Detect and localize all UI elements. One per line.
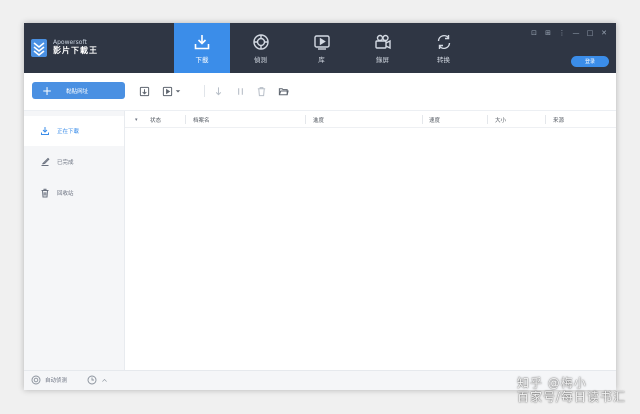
- sidebar-item-label: 已完成: [57, 160, 74, 166]
- paste-url-button[interactable]: + 黏贴网址: [32, 82, 125, 99]
- download-list: ▾ 状态 档案名 進度 速度 大小 来源: [125, 111, 616, 370]
- title-bar: Apowersoft 影片下載王 下載 偵測 库 錄屏 转换 ⊡ ⊞ ⋮ — □…: [24, 23, 616, 73]
- import-file-icon: [139, 86, 149, 96]
- tab-record[interactable]: 錄屏: [352, 23, 413, 73]
- camera-icon: [374, 34, 391, 49]
- library-icon: [313, 34, 330, 50]
- menu-icon[interactable]: ⋮: [558, 29, 566, 37]
- column-divider: [305, 115, 306, 124]
- folder-icon: [278, 87, 289, 95]
- auto-detect-label: 自动侦测: [45, 378, 68, 384]
- schedule-button[interactable]: [87, 375, 112, 385]
- sidebar: 正在下載 已完成 回收站: [24, 111, 125, 370]
- sidebar-item-downloading[interactable]: 正在下載: [24, 116, 124, 146]
- paste-url-label: 黏贴网址: [66, 88, 89, 95]
- brand-name-cn: 影片下載王: [53, 45, 98, 55]
- toolbar-divider: [204, 85, 205, 97]
- detect-icon: [252, 33, 269, 50]
- column-divider: [487, 115, 488, 124]
- column-divider: [422, 115, 423, 124]
- column-divider: [185, 115, 186, 124]
- video-file-icon: [162, 86, 172, 96]
- trash-icon: [257, 86, 265, 96]
- download-icon: [41, 127, 49, 135]
- start-download-button[interactable]: [212, 85, 224, 97]
- download-icon: [194, 34, 210, 49]
- close-icon[interactable]: ✕: [600, 29, 608, 37]
- auto-detect-toggle[interactable]: 自动侦测: [31, 375, 67, 385]
- tab-label: 錄屏: [376, 55, 389, 64]
- tab-detect[interactable]: 偵測: [230, 23, 291, 73]
- tab-label: 库: [318, 55, 325, 64]
- sidebar-item-label: 回收站: [57, 191, 74, 197]
- import-button[interactable]: [138, 85, 150, 97]
- toolbar: + 黏贴网址: [24, 73, 616, 111]
- plus-icon: +: [42, 83, 53, 98]
- login-button[interactable]: 登录: [571, 56, 609, 67]
- column-divider: [545, 115, 546, 124]
- detect-icon: [31, 375, 41, 385]
- tab-library[interactable]: 库: [291, 23, 352, 73]
- chevron-up-icon: [102, 378, 107, 382]
- tab-label: 偵測: [254, 55, 267, 64]
- column-status[interactable]: 状态: [150, 111, 161, 128]
- brand: Apowersoft 影片下載王: [31, 33, 98, 63]
- maximize-icon[interactable]: □: [586, 29, 594, 37]
- app-window: Apowersoft 影片下載王 下載 偵測 库 錄屏 转换 ⊡ ⊞ ⋮ — □…: [24, 23, 616, 390]
- column-size[interactable]: 大小: [495, 111, 506, 128]
- tab-label: 转换: [437, 55, 450, 64]
- pause-icon: [237, 87, 243, 95]
- window-controls: ⊡ ⊞ ⋮ — □ ✕: [530, 29, 608, 37]
- table-header: ▾ 状态 档案名 進度 速度 大小 来源: [125, 111, 616, 128]
- main-tabs: 下載 偵測 库 錄屏 转换: [174, 23, 474, 73]
- cart-icon[interactable]: ⊡: [530, 29, 538, 37]
- trash-icon: [41, 188, 49, 198]
- open-folder-button[interactable]: [277, 85, 289, 97]
- tab-label: 下載: [195, 55, 209, 64]
- app-logo-icon: [31, 39, 47, 57]
- delete-button[interactable]: [255, 85, 267, 97]
- column-speed[interactable]: 速度: [429, 111, 440, 128]
- pause-button[interactable]: [234, 85, 246, 97]
- sidebar-item-label: 正在下載: [57, 129, 80, 135]
- column-progress[interactable]: 進度: [313, 111, 324, 128]
- convert-icon: [437, 34, 450, 49]
- column-source[interactable]: 来源: [553, 111, 564, 128]
- video-add-button[interactable]: [161, 85, 173, 97]
- dropdown-caret-icon[interactable]: [174, 85, 182, 97]
- settings-icon[interactable]: ⊞: [544, 29, 552, 37]
- watermark-text: 知乎 @梅小 百家号/每日读书汇: [516, 376, 626, 404]
- column-filename[interactable]: 档案名: [193, 111, 210, 128]
- select-all-caret-icon[interactable]: ▾: [135, 117, 138, 123]
- clock-icon: [87, 375, 97, 385]
- arrow-down-icon: [215, 86, 221, 95]
- sidebar-item-recycle-bin[interactable]: 回收站: [24, 178, 124, 208]
- minimize-icon[interactable]: —: [572, 29, 580, 37]
- tab-download[interactable]: 下載: [174, 23, 230, 73]
- sidebar-item-completed[interactable]: 已完成: [24, 147, 124, 177]
- tab-convert[interactable]: 转换: [413, 23, 474, 73]
- completed-icon: [41, 157, 50, 166]
